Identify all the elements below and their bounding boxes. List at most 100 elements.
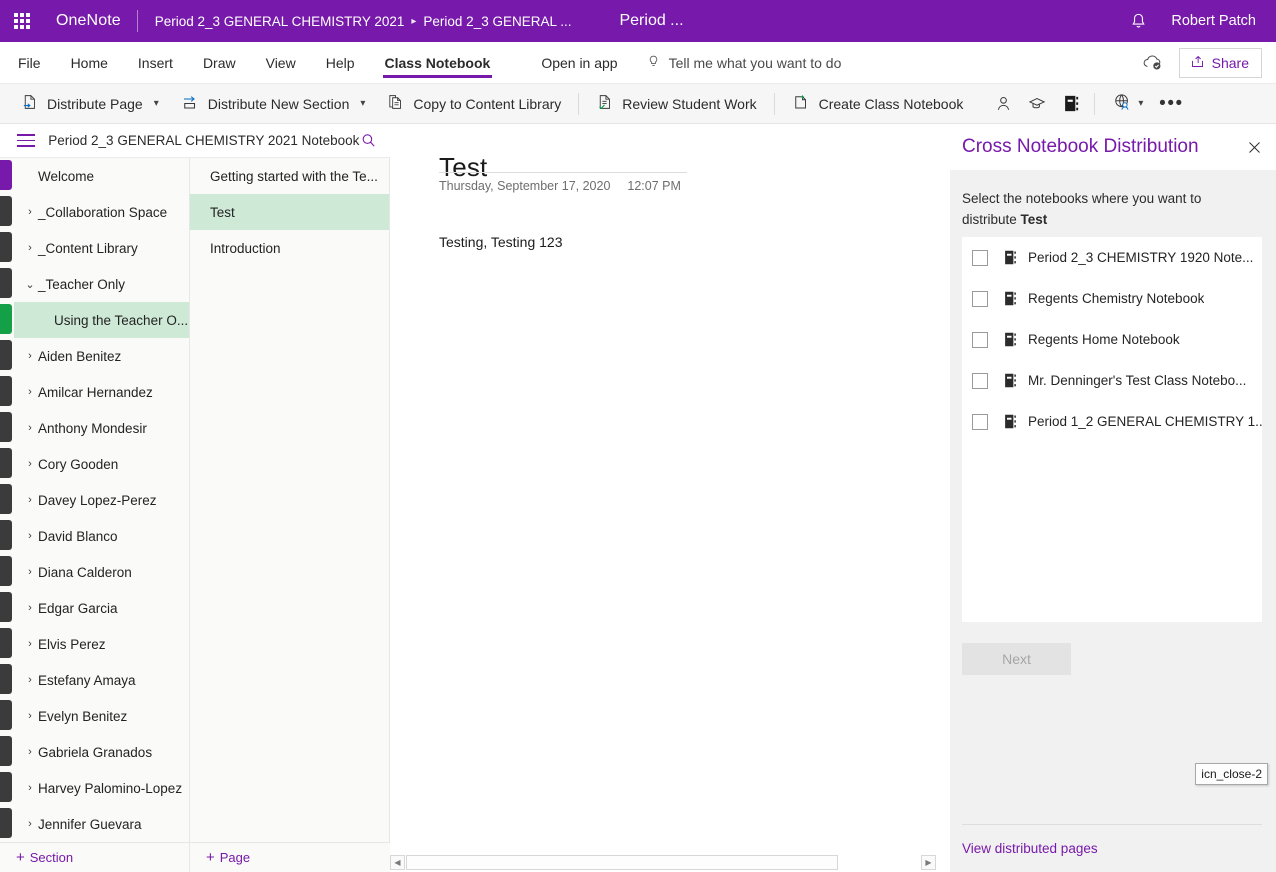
chevron-right-icon[interactable]: › (22, 710, 38, 722)
section-list-item[interactable]: Welcome (14, 158, 189, 194)
notebook-checkbox[interactable] (972, 331, 988, 348)
section-color-tab[interactable] (0, 556, 12, 586)
add-section-button[interactable]: + Section (0, 843, 190, 872)
page-body-text[interactable]: Testing, Testing 123 (439, 234, 563, 250)
app-launcher-icon[interactable] (0, 0, 44, 42)
notebook-list-item[interactable]: Regents Home Notebook (962, 319, 1262, 360)
tab-insert[interactable]: Insert (123, 42, 188, 84)
section-color-tab[interactable] (0, 412, 12, 442)
cloud-saved-icon[interactable] (1139, 51, 1167, 75)
horizontal-scrollbar[interactable]: ◀ ▶ (390, 852, 936, 872)
section-list-item[interactable]: › Gabriela Granados (14, 734, 189, 770)
review-student-work-button[interactable]: Review Student Work (585, 88, 767, 120)
tab-view[interactable]: View (251, 42, 311, 84)
scroll-left-arrow[interactable]: ◀ (390, 854, 405, 870)
chevron-down-icon[interactable]: ▾ (154, 98, 159, 109)
chevron-right-icon[interactable]: › (22, 422, 38, 434)
section-color-tab[interactable] (0, 268, 12, 298)
next-button[interactable]: Next (962, 643, 1071, 675)
notebook-checkbox[interactable] (972, 372, 988, 389)
chevron-down-icon[interactable]: ▾ (1138, 98, 1143, 109)
document-title[interactable]: Period ... (619, 12, 683, 30)
section-list-item[interactable]: › David Blanco (14, 518, 189, 554)
section-list-item[interactable]: › Anthony Mondesir (14, 410, 189, 446)
section-color-tab[interactable] (0, 772, 12, 802)
chevron-right-icon[interactable]: › (22, 746, 38, 758)
section-list-item[interactable]: › Cory Gooden (14, 446, 189, 482)
section-color-tab[interactable] (0, 304, 12, 334)
section-color-tab[interactable] (0, 628, 12, 658)
section-color-tab[interactable] (0, 592, 12, 622)
page-list-item[interactable]: Test (190, 194, 389, 230)
chevron-right-icon[interactable]: › (22, 674, 38, 686)
create-class-notebook-button[interactable]: Create Class Notebook (781, 88, 975, 120)
distribute-new-section-button[interactable]: Distribute New Section ▾ (170, 88, 377, 120)
section-color-tab[interactable] (0, 700, 12, 730)
section-list-item[interactable]: › Evelyn Benitez (14, 698, 189, 734)
distribute-page-button[interactable]: Distribute Page ▾ (10, 88, 170, 120)
hamburger-menu-icon[interactable] (14, 124, 38, 158)
page-list-item[interactable]: Introduction (190, 230, 389, 266)
tell-me-search[interactable]: Tell me what you want to do (646, 53, 841, 73)
scrollbar-thumb[interactable] (406, 854, 838, 870)
add-page-button[interactable]: + Page (190, 843, 250, 872)
scroll-right-arrow[interactable]: ▶ (921, 854, 936, 870)
open-in-app-button[interactable]: Open in app (527, 55, 631, 71)
section-color-tab[interactable] (0, 664, 12, 694)
tab-class-notebook[interactable]: Class Notebook (370, 42, 506, 84)
section-color-tab[interactable] (0, 520, 12, 550)
chevron-right-icon[interactable]: › (22, 494, 38, 506)
page-list-item[interactable]: Getting started with the Te... (190, 158, 389, 194)
section-list-item[interactable]: ⌄ _Teacher Only (14, 266, 189, 302)
notebook-list-item[interactable]: Regents Chemistry Notebook (962, 278, 1262, 319)
breadcrumb-current[interactable]: Period 2_3 GENERAL ... (423, 14, 571, 29)
toolbar-overflow-button[interactable]: ••• (1154, 88, 1188, 120)
graduation-cap-icon[interactable] (1020, 88, 1054, 120)
chevron-right-icon[interactable]: › (22, 566, 38, 578)
section-color-tab[interactable] (0, 808, 12, 838)
section-list-item[interactable]: › Diana Calderon (14, 554, 189, 590)
chevron-right-icon[interactable]: › (22, 458, 38, 470)
tab-home[interactable]: Home (56, 42, 123, 84)
section-list-item[interactable]: › Aiden Benitez (14, 338, 189, 374)
search-icon[interactable] (359, 128, 378, 154)
breadcrumb-root[interactable]: Period 2_3 GENERAL CHEMISTRY 2021 (155, 14, 405, 29)
chevron-right-icon[interactable]: › (22, 242, 38, 254)
tab-help[interactable]: Help (311, 42, 370, 84)
section-color-tab[interactable] (0, 232, 12, 262)
globe-person-button[interactable]: ▾ (1101, 88, 1154, 120)
section-list-item[interactable]: › Elvis Perez (14, 626, 189, 662)
section-list-item[interactable]: › Estefany Amaya (14, 662, 189, 698)
chevron-right-icon[interactable]: › (22, 782, 38, 794)
close-icon[interactable] (1238, 131, 1270, 163)
notebook-list-item[interactable]: Mr. Denninger's Test Class Notebo... (962, 360, 1262, 401)
chevron-right-icon[interactable]: › (22, 206, 38, 218)
section-color-tab[interactable] (0, 196, 12, 226)
section-list-item[interactable]: Using the Teacher O... (14, 302, 189, 338)
section-color-tab[interactable] (0, 736, 12, 766)
section-color-tab[interactable] (0, 484, 12, 514)
copy-to-content-library-button[interactable]: Copy to Content Library (376, 88, 572, 120)
chevron-right-icon[interactable]: › (22, 818, 38, 830)
notebook-icon[interactable] (1054, 88, 1088, 120)
section-list-item[interactable]: › Edgar Garcia (14, 590, 189, 626)
section-list-item[interactable]: › Davey Lopez-Perez (14, 482, 189, 518)
section-list-item[interactable]: › Harvey Palomino-Lopez (14, 770, 189, 806)
chevron-right-icon[interactable]: › (22, 350, 38, 362)
chevron-right-icon[interactable]: › (22, 602, 38, 614)
share-button[interactable]: Share (1178, 47, 1262, 78)
chevron-down-icon[interactable]: ▾ (360, 98, 365, 109)
scrollbar-track[interactable] (406, 854, 920, 870)
person-icon[interactable] (986, 88, 1020, 120)
section-color-tab[interactable] (0, 448, 12, 478)
notebook-list-item[interactable]: Period 2_3 CHEMISTRY 1920 Note... (962, 237, 1262, 278)
chevron-right-icon[interactable]: › (22, 386, 38, 398)
section-list-item[interactable]: › Amilcar Hernandez (14, 374, 189, 410)
notebook-list-item[interactable]: Period 1_2 GENERAL CHEMISTRY 1... (962, 401, 1262, 442)
chevron-down-icon[interactable]: ⌄ (22, 278, 38, 291)
chevron-right-icon[interactable]: › (22, 638, 38, 650)
tab-draw[interactable]: Draw (188, 42, 251, 84)
notebook-title[interactable]: Period 2_3 GENERAL CHEMISTRY 2021 Notebo… (38, 133, 359, 148)
brand-onenote[interactable]: OneNote (44, 12, 137, 30)
section-color-tab[interactable] (0, 340, 12, 370)
